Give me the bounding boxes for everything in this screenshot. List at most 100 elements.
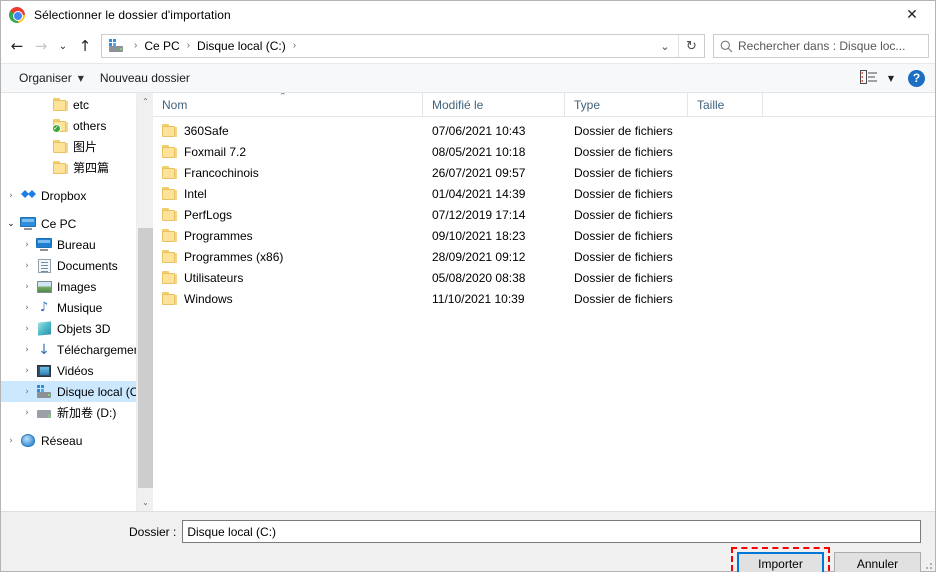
folder-icon bbox=[51, 98, 69, 111]
recent-locations-button[interactable]: ⌄ bbox=[53, 34, 73, 58]
chevron-right-icon[interactable]: › bbox=[19, 408, 35, 418]
chevron-right-icon[interactable]: › bbox=[3, 436, 19, 446]
close-button[interactable]: ✕ bbox=[889, 1, 935, 29]
chevron-right-icon[interactable]: › bbox=[19, 324, 35, 334]
pictures-icon bbox=[35, 280, 53, 293]
tree-item-etc[interactable]: etc bbox=[1, 94, 136, 115]
breadcrumb-disque-local-c[interactable]: Disque local (C:) bbox=[195, 39, 288, 53]
search-input[interactable]: Rechercher dans : Disque loc... bbox=[738, 39, 905, 53]
column-header-taille[interactable]: Taille bbox=[688, 93, 763, 116]
back-button[interactable]: ← bbox=[5, 34, 29, 58]
column-header-type[interactable]: Type bbox=[565, 93, 688, 116]
file-name: Windows bbox=[184, 291, 233, 306]
view-dropdown-icon[interactable]: ▼ bbox=[880, 74, 902, 83]
refresh-icon[interactable]: ↻ bbox=[678, 35, 704, 57]
tree-item-[interactable]: 图片 bbox=[1, 136, 136, 157]
file-modified: 26/07/2021 09:57 bbox=[432, 165, 526, 180]
tree-item-[interactable]: 第四篇 bbox=[1, 157, 136, 178]
import-button[interactable]: Importer bbox=[737, 552, 824, 572]
file-type: Dossier de fichiers bbox=[574, 186, 673, 201]
chevron-right-icon[interactable]: › bbox=[19, 345, 35, 355]
desktop-icon bbox=[35, 238, 53, 251]
file-row[interactable]: 360Safe 07/06/2021 10:43 Dossier de fichie… bbox=[153, 120, 935, 141]
column-header-filler bbox=[763, 93, 935, 116]
file-type: Dossier de fichiers bbox=[574, 207, 673, 222]
file-row[interactable]: Windows 11/10/2021 10:39 Dossier de fichie… bbox=[153, 288, 935, 309]
forward-button[interactable]: → bbox=[29, 34, 53, 58]
file-name-cell: Francochinois bbox=[153, 166, 423, 180]
tree-item-images[interactable]: › Images bbox=[1, 276, 136, 297]
file-row[interactable]: Intel 01/04/2021 14:39 Dossier de fichiers bbox=[153, 183, 935, 204]
breadcrumb-separator-1: › bbox=[186, 40, 191, 51]
up-button[interactable]: ↑ bbox=[73, 34, 97, 58]
cancel-button[interactable]: Annuler bbox=[834, 552, 921, 572]
file-row[interactable]: Foxmail 7.2 08/05/2021 10:18 Dossier de fi… bbox=[153, 141, 935, 162]
tree-item-t-l-chargements[interactable]: › ↓ Téléchargements bbox=[1, 339, 150, 360]
tree-item-dropbox[interactable]: › Dropbox bbox=[1, 185, 136, 206]
search-box[interactable]: Rechercher dans : Disque loc... bbox=[713, 34, 929, 58]
videos-icon bbox=[35, 364, 53, 377]
file-row[interactable]: Francochinois 26/07/2021 09:57 Dossier de … bbox=[153, 162, 935, 183]
drive-plain-icon bbox=[35, 406, 53, 419]
tree-item-documents[interactable]: › Documents bbox=[1, 255, 136, 276]
organiser-button[interactable]: Organiser ▼ bbox=[11, 68, 92, 88]
chevron-right-icon[interactable]: › bbox=[19, 303, 35, 313]
scroll-up-icon[interactable]: ⌃ bbox=[137, 93, 153, 110]
chrome-icon bbox=[9, 7, 25, 23]
tree-item-r-seau[interactable]: › Réseau bbox=[1, 430, 136, 451]
dropbox-icon bbox=[19, 189, 37, 202]
column-label-nom: Nom bbox=[162, 97, 188, 112]
tree-item-vid-os[interactable]: › Vidéos bbox=[1, 360, 136, 381]
breadcrumb-separator-0: › bbox=[134, 40, 138, 51]
folder-icon bbox=[162, 145, 177, 158]
file-list-rows: 360Safe 07/06/2021 10:43 Dossier de fichie… bbox=[153, 117, 935, 309]
tree-item-bureau[interactable]: › Bureau bbox=[1, 234, 136, 255]
file-modified: 08/05/2021 10:18 bbox=[432, 144, 526, 159]
file-modified: 07/06/2021 10:43 bbox=[432, 123, 526, 138]
tree-item-objets-3d[interactable]: › Objets 3D bbox=[1, 318, 136, 339]
file-row[interactable]: Programmes (x86) 28/09/2021 09:12 Dossier … bbox=[153, 246, 935, 267]
folder-icon bbox=[162, 166, 177, 179]
tree-item-disque-local-c[interactable]: › Disque local (C:) bbox=[1, 381, 146, 402]
tree-item-d[interactable]: › 新加卷 (D:) bbox=[1, 402, 136, 423]
file-name: Programmes (x86) bbox=[184, 249, 284, 264]
breadcrumb-ce-pc[interactable]: Ce PC bbox=[142, 39, 181, 53]
chevron-right-icon[interactable]: › bbox=[19, 387, 35, 397]
column-header-modifie-le[interactable]: Modifié le bbox=[423, 93, 565, 116]
column-header-nom[interactable]: Nom ⌃ bbox=[153, 93, 423, 116]
resize-grip[interactable] bbox=[922, 559, 932, 569]
folder-input[interactable] bbox=[182, 520, 921, 543]
chevron-down-icon[interactable]: ⌄ bbox=[3, 219, 19, 229]
chevron-down-icon[interactable]: ⌄ bbox=[652, 35, 678, 57]
scrollbar-thumb[interactable] bbox=[138, 228, 153, 488]
scroll-down-icon[interactable]: ⌄ bbox=[137, 494, 153, 511]
view-options-icon[interactable] bbox=[859, 70, 878, 86]
file-name: Programmes bbox=[184, 228, 253, 243]
address-bar[interactable]: › Ce PC › Disque local (C:) › ⌄ ↻ bbox=[101, 34, 705, 58]
tree-item-label: Bureau bbox=[57, 237, 96, 252]
new-folder-button[interactable]: Nouveau dossier bbox=[92, 68, 198, 88]
chevron-right-icon[interactable]: › bbox=[19, 366, 35, 376]
folder-icon bbox=[162, 208, 177, 221]
file-row[interactable]: PerfLogs 07/12/2019 17:14 Dossier de fichi… bbox=[153, 204, 935, 225]
chevron-right-icon[interactable]: › bbox=[19, 240, 35, 250]
chevron-right-icon[interactable]: › bbox=[19, 282, 35, 292]
tree-item-label: Musique bbox=[57, 300, 103, 315]
tree-item-ce-pc[interactable]: ⌄ Ce PC bbox=[1, 213, 136, 234]
tree-item-label: others bbox=[73, 118, 107, 133]
tree-item-others[interactable]: ✓ others bbox=[1, 115, 136, 136]
file-row[interactable]: Utilisateurs 05/08/2020 08:38 Dossier de f… bbox=[153, 267, 935, 288]
chevron-right-icon[interactable]: › bbox=[3, 191, 19, 201]
tree-scrollbar[interactable]: ⌃ ⌄ bbox=[136, 93, 153, 511]
chevron-right-icon[interactable]: › bbox=[19, 261, 35, 271]
file-name: PerfLogs bbox=[184, 207, 233, 222]
help-button[interactable]: ? bbox=[908, 69, 925, 87]
select-folder-dialog: Sélectionner le dossier d'importation ✕ … bbox=[0, 0, 936, 572]
folder-sync-icon: ✓ bbox=[51, 119, 69, 133]
navigation-bar: ← → ⌄ ↑ › Ce PC › Disque local (C:) › ⌄ … bbox=[1, 29, 935, 63]
tree-item-musique[interactable]: › ♪ Musique bbox=[1, 297, 136, 318]
file-row[interactable]: Programmes 09/10/2021 18:23 Dossier de fic… bbox=[153, 225, 935, 246]
file-name: Francochinois bbox=[184, 165, 259, 180]
file-name: 360Safe bbox=[184, 123, 229, 138]
tree-item-label: 新加卷 (D:) bbox=[57, 406, 117, 420]
